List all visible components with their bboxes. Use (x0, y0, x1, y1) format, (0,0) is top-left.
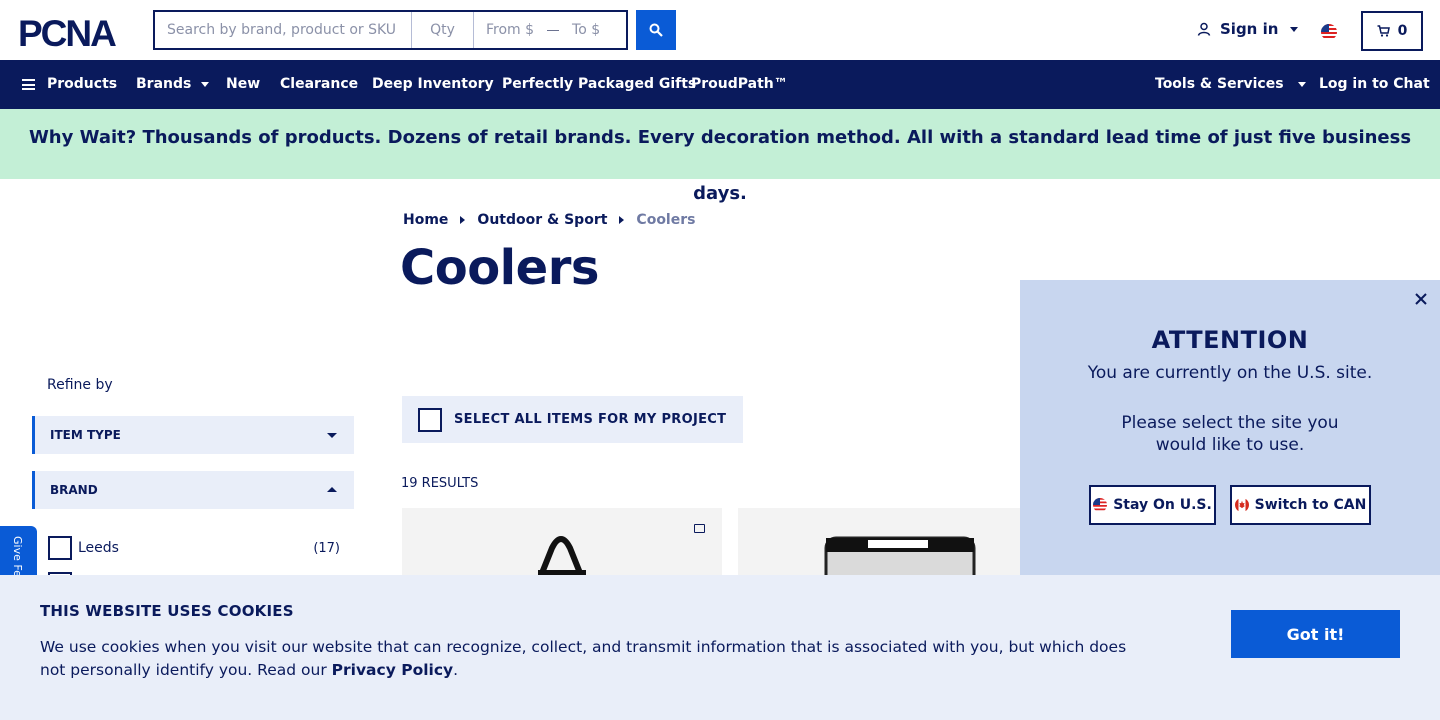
chevron-down-icon (1297, 82, 1306, 87)
brand-option-leeds[interactable]: Leeds (17) (48, 536, 340, 560)
price-to-input[interactable]: To $ (572, 12, 600, 48)
us-flag-icon[interactable] (1321, 24, 1337, 40)
nav-gifts[interactable]: Perfectly Packaged Gifts (502, 60, 696, 109)
cart-icon (1377, 25, 1390, 37)
us-flag-icon (1093, 498, 1108, 512)
breadcrumb-outdoor-sport[interactable]: Outdoor & Sport (477, 212, 607, 228)
search-icon (649, 23, 663, 37)
site-header: PCNA Search by brand, product or SKU Qty… (0, 0, 1440, 60)
cookie-banner: THIS WEBSITE USES COOKIES We use cookies… (0, 575, 1440, 720)
facet-item-type[interactable]: ITEM TYPE (32, 416, 354, 454)
chevron-down-icon (327, 433, 337, 438)
modal-instruction: Please select the site you would like to… (1121, 413, 1339, 455)
cart-button[interactable]: 0 (1361, 11, 1423, 51)
site-selection-modal: ATTENTION You are currently on the U.S. … (1020, 280, 1440, 580)
cookie-suffix: . (453, 661, 459, 679)
stay-us-label: Stay On U.S. (1113, 497, 1212, 513)
breadcrumb: Home Outdoor & Sport Coolers (403, 212, 695, 228)
brand-option-count: (17) (313, 540, 340, 556)
price-range: From $ To $ (474, 12, 626, 48)
modal-title: ATTENTION (1151, 326, 1309, 354)
search-bar: Search by brand, product or SKU Qty From… (153, 10, 628, 50)
cookie-message: We use cookies when you visit our websit… (40, 636, 1150, 682)
facet-label: ITEM TYPE (50, 428, 121, 442)
facet-brand[interactable]: BRAND (32, 471, 354, 509)
refine-by-label: Refine by (47, 377, 113, 393)
stay-us-button[interactable]: Stay On U.S. (1089, 485, 1216, 525)
chevron-up-icon (327, 487, 337, 492)
nav-chat-login[interactable]: Log in to Chat (1319, 60, 1430, 109)
chevron-down-icon (1290, 26, 1299, 32)
chevron-right-icon (619, 216, 625, 224)
nav-tools-services[interactable]: Tools & Services (1155, 60, 1306, 109)
canada-flag-icon (1234, 498, 1249, 512)
keyword-search-input[interactable]: Search by brand, product or SKU (155, 12, 412, 48)
close-icon[interactable] (1414, 292, 1428, 306)
switch-can-button[interactable]: Switch to CAN (1230, 485, 1371, 525)
results-count: 19 RESULTS (401, 476, 479, 491)
chevron-right-icon (460, 216, 466, 224)
folder-icon[interactable] (694, 524, 705, 533)
hamburger-icon (22, 79, 35, 90)
switch-can-label: Switch to CAN (1254, 497, 1367, 513)
modal-message: You are currently on the U.S. site. (1087, 363, 1373, 383)
nav-brands[interactable]: Brands (136, 60, 210, 109)
sign-in-label: Sign in (1220, 20, 1279, 38)
cookie-title: THIS WEBSITE USES COOKIES (40, 602, 294, 620)
promo-banner: Why Wait? Thousands of products. Dozens … (0, 109, 1440, 204)
chevron-down-icon (201, 82, 210, 87)
nav-proudpath[interactable]: ProudPath™ (691, 60, 788, 109)
nav-tools-label: Tools & Services (1155, 76, 1284, 92)
promo-text: Why Wait? Thousands of products. Dozens … (28, 127, 1412, 204)
breadcrumb-home[interactable]: Home (403, 212, 448, 228)
select-all-items[interactable]: SELECT ALL ITEMS FOR MY PROJECT (402, 396, 743, 443)
user-icon (1197, 22, 1211, 36)
breadcrumb-current: Coolers (636, 212, 696, 228)
accept-cookies-button[interactable]: Got it! (1231, 610, 1400, 658)
nav-brands-label: Brands (136, 76, 192, 92)
svg-text:PCNA: PCNA (18, 16, 116, 48)
search-button[interactable] (636, 10, 676, 50)
main-nav: Products Brands New Clearance Deep Inven… (0, 60, 1440, 109)
page-title: Coolers (400, 240, 599, 296)
privacy-policy-link[interactable]: Privacy Policy (332, 661, 454, 679)
brand-option-label: Leeds (78, 540, 119, 556)
facet-label: BRAND (50, 483, 98, 497)
checkbox[interactable] (48, 536, 72, 560)
select-all-checkbox[interactable] (418, 407, 442, 432)
nav-clearance[interactable]: Clearance (280, 60, 358, 109)
nav-products[interactable]: Products (22, 60, 117, 109)
cookie-body: We use cookies when you visit our websit… (40, 638, 1127, 679)
qty-input[interactable]: Qty (412, 12, 474, 48)
select-all-label: SELECT ALL ITEMS FOR MY PROJECT (454, 412, 727, 427)
nav-products-label: Products (47, 76, 118, 92)
nav-new[interactable]: New (226, 60, 260, 109)
pcna-logo[interactable]: PCNA (18, 16, 136, 48)
nav-deep-inventory[interactable]: Deep Inventory (372, 60, 494, 109)
range-dash (547, 29, 560, 31)
cart-count: 0 (1397, 23, 1408, 39)
price-from-input[interactable]: From $ (486, 12, 534, 48)
sign-in-menu[interactable]: Sign in (1197, 20, 1299, 38)
